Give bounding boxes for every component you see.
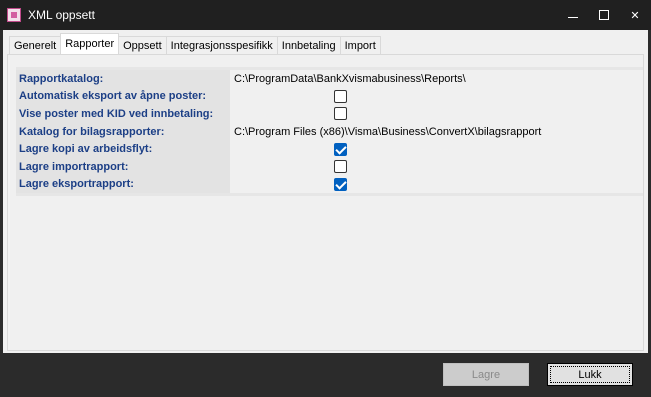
rapportkatalog-value[interactable]: C:\ProgramData\BankXvismabusiness\Report… bbox=[230, 70, 643, 88]
automatisk-eksport-checkbox[interactable] bbox=[334, 89, 347, 103]
close-icon: ✕ bbox=[630, 9, 640, 22]
window-title: XML oppsett bbox=[28, 8, 95, 22]
setting-row-automatisk-eksport: Automatisk eksport av åpne poster: bbox=[16, 87, 643, 106]
setting-label: Rapportkatalog: bbox=[16, 70, 230, 88]
setting-label: Lagre kopi av arbeidsflyt: bbox=[16, 140, 230, 158]
lagre-kopi-checkbox[interactable] bbox=[334, 142, 347, 156]
app-icon bbox=[7, 8, 21, 22]
maximize-button[interactable] bbox=[587, 0, 621, 30]
tab-import[interactable]: Import bbox=[339, 36, 381, 54]
tab-page-rapporter: Rapportkatalog: C:\ProgramData\BankXvism… bbox=[7, 54, 644, 351]
tab-integrasjonsspesifikk[interactable]: Integrasjonsspesifikk bbox=[165, 36, 278, 54]
tab-innbetaling[interactable]: Innbetaling bbox=[276, 36, 341, 54]
save-button[interactable]: Lagre bbox=[443, 363, 529, 386]
minimize-icon bbox=[568, 16, 578, 18]
lagre-eksportrapport-checkbox[interactable] bbox=[334, 177, 347, 191]
tab-oppsett[interactable]: Oppsett bbox=[118, 36, 167, 54]
bilagsrapporter-value[interactable]: C:\Program Files (x86)\Visma\Business\Co… bbox=[230, 122, 643, 141]
minimize-button[interactable] bbox=[556, 0, 590, 30]
setting-row-lagre-import: Lagre importrapport: bbox=[16, 157, 643, 176]
setting-label: Lagre importrapport: bbox=[16, 157, 230, 176]
setting-label: Katalog for bilagsrapporter: bbox=[16, 122, 230, 141]
title-bar: XML oppsett ✕ bbox=[0, 0, 651, 30]
tab-rapporter[interactable]: Rapporter bbox=[60, 33, 120, 54]
settings-grid: Rapportkatalog: C:\ProgramData\BankXvism… bbox=[16, 67, 643, 197]
setting-label: Vise poster med KID ved innbetaling: bbox=[16, 105, 230, 123]
setting-row-rapportkatalog: Rapportkatalog: C:\ProgramData\BankXvism… bbox=[16, 70, 643, 88]
setting-row-lagre-kopi: Lagre kopi av arbeidsflyt: bbox=[16, 140, 643, 158]
setting-label: Lagre eksportrapport: bbox=[16, 175, 230, 194]
vise-kid-checkbox[interactable] bbox=[334, 107, 347, 121]
tab-generelt[interactable]: Generelt bbox=[9, 36, 62, 54]
setting-label: Automatisk eksport av åpne poster: bbox=[16, 87, 230, 106]
dialog-client: Generelt Rapporter Oppsett Integrasjonss… bbox=[3, 30, 648, 353]
close-button[interactable]: Lukk bbox=[547, 363, 633, 386]
button-bar: Lagre Lukk bbox=[3, 353, 648, 394]
setting-row-bilagsrapporter: Katalog for bilagsrapporter: C:\Program … bbox=[16, 122, 643, 141]
setting-row-lagre-eksport: Lagre eksportrapport: bbox=[16, 175, 643, 194]
close-window-button[interactable]: ✕ bbox=[618, 0, 651, 30]
setting-row-vise-kid: Vise poster med KID ved innbetaling: bbox=[16, 105, 643, 123]
maximize-icon bbox=[599, 10, 609, 20]
tab-strip: Generelt Rapporter Oppsett Integrasjonss… bbox=[9, 33, 381, 54]
lagre-importrapport-checkbox[interactable] bbox=[334, 160, 347, 174]
